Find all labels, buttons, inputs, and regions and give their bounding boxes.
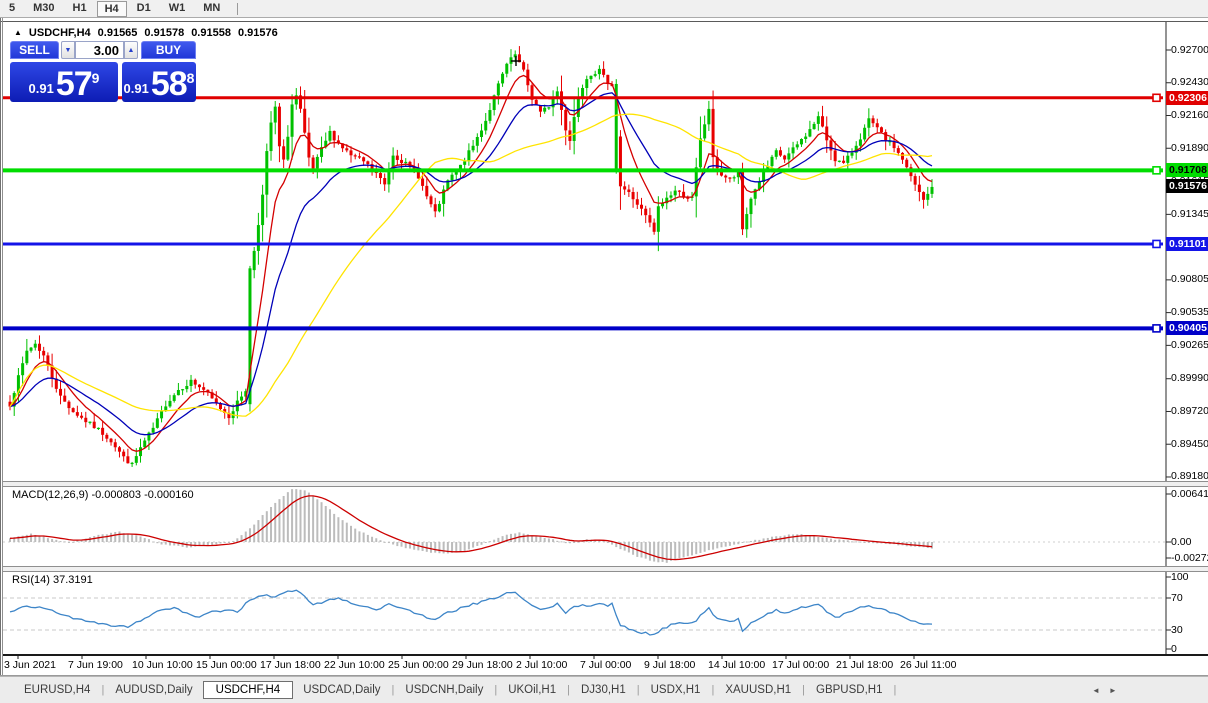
macd-tick-label: -0.002726 bbox=[1171, 552, 1207, 565]
tab-scroll-nav: ◄► bbox=[1092, 677, 1117, 703]
buy-price-prefix: 0.91 bbox=[124, 79, 149, 99]
pane-splitter-rsi[interactable] bbox=[2, 566, 1208, 572]
buy-price-big: 58 bbox=[151, 69, 187, 99]
price-level-badge: 0.90405 bbox=[1166, 321, 1208, 335]
buy-price-pip: 8 bbox=[187, 73, 195, 83]
time-axis-label: 29 Jun 18:00 bbox=[452, 659, 513, 671]
price-level-badge: 0.92306 bbox=[1166, 91, 1208, 105]
time-axis-label: 3 Jun 2021 bbox=[4, 659, 56, 671]
price-tick-label: 0.92160 bbox=[1171, 109, 1207, 122]
symbol-tab-usdcad[interactable]: USDCAD,Daily bbox=[293, 681, 390, 699]
price-tick-label: 0.92430 bbox=[1171, 76, 1207, 89]
buy-price-button[interactable]: 0.91 58 8 bbox=[122, 62, 196, 102]
time-axis-label: 22 Jun 10:00 bbox=[324, 659, 385, 671]
price-tick-label: 0.91890 bbox=[1171, 142, 1207, 155]
symbol-tab-usdchf[interactable]: USDCHF,H4 bbox=[203, 681, 294, 699]
volume-decrease-button[interactable]: ▼ bbox=[61, 41, 75, 59]
rsi-label: RSI(14) 37.3191 bbox=[12, 574, 93, 586]
time-axis-label: 17 Jul 00:00 bbox=[772, 659, 829, 671]
time-axis-label: 7 Jul 00:00 bbox=[580, 659, 631, 671]
rsi-tick-label: 100 bbox=[1171, 571, 1207, 584]
price-tick-label: 0.89450 bbox=[1171, 438, 1207, 451]
ohlc-open: 0.91565 bbox=[98, 27, 138, 39]
chart-background bbox=[0, 18, 1208, 675]
time-axis-label: 10 Jun 10:00 bbox=[132, 659, 193, 671]
volume-increase-button[interactable]: ▲ bbox=[124, 41, 138, 59]
symbol-tab-ukoil[interactable]: UKOil,H1 bbox=[498, 681, 566, 699]
window-frame-left-inner bbox=[2, 18, 3, 675]
window-frame-left bbox=[0, 18, 1, 675]
rsi-tick-label: 70 bbox=[1171, 592, 1207, 605]
sell-price-button[interactable]: 0.91 57 9 bbox=[10, 62, 118, 102]
macd-label: MACD(12,26,9) -0.000803 -0.000160 bbox=[12, 489, 194, 501]
ohlc-low: 0.91558 bbox=[191, 27, 231, 39]
rsi-tick-label: 30 bbox=[1171, 624, 1207, 637]
time-axis-label: 17 Jun 18:00 bbox=[260, 659, 321, 671]
time-axis-label: 7 Jun 19:00 bbox=[68, 659, 123, 671]
buy-button[interactable]: BUY bbox=[141, 41, 196, 59]
macd-tick-label: 0.006413 bbox=[1171, 488, 1207, 501]
price-tick-label: 0.92700 bbox=[1171, 44, 1207, 57]
timeframe-button-m30[interactable]: M30 bbox=[24, 0, 63, 17]
timeframe-button-h4[interactable]: H4 bbox=[97, 1, 127, 17]
chart-symbol-label: USDCHF,H4 bbox=[29, 27, 91, 39]
tab-scroll-left-icon[interactable]: ◄ bbox=[1092, 686, 1100, 695]
sell-button[interactable]: SELL bbox=[10, 41, 59, 59]
price-tick-label: 0.90265 bbox=[1171, 339, 1207, 352]
symbol-tab-dj30[interactable]: DJ30,H1 bbox=[571, 681, 636, 699]
price-tick-label: 0.90805 bbox=[1171, 273, 1207, 286]
timeframe-button-w1[interactable]: W1 bbox=[160, 0, 195, 17]
time-axis-label: 15 Jun 00:00 bbox=[196, 659, 257, 671]
symbol-tab-audusd[interactable]: AUDUSD,Daily bbox=[105, 681, 202, 699]
one-click-trade-panel: SELL ▼ ▲ BUY 0.91 57 9 0.91 58 8 bbox=[10, 41, 196, 102]
symbol-tab-usdcnh[interactable]: USDCNH,Daily bbox=[395, 681, 493, 699]
time-axis-label: 9 Jul 18:00 bbox=[644, 659, 695, 671]
price-level-badge: 0.91708 bbox=[1166, 163, 1208, 177]
symbol-tab-gbpusd[interactable]: GBPUSD,H1 bbox=[806, 681, 892, 699]
symbol-tab-usdx[interactable]: USDX,H1 bbox=[641, 681, 711, 699]
time-axis-line bbox=[2, 654, 1208, 656]
symbol-tab-xauusd[interactable]: XAUUSD,H1 bbox=[715, 681, 801, 699]
volume-input[interactable] bbox=[75, 41, 124, 59]
tab-separator: | bbox=[892, 684, 897, 696]
timeframe-button-5[interactable]: 5 bbox=[0, 0, 24, 17]
chart-title: ▲ USDCHF,H4 0.91565 0.91578 0.91558 0.91… bbox=[14, 27, 278, 39]
trading-terminal-window: 5M30H1H4D1W1MN ▲ USDCHF,H4 0.91565 0.915… bbox=[0, 0, 1208, 703]
time-axis-label: 21 Jul 18:00 bbox=[836, 659, 893, 671]
window-icon: ▲ bbox=[14, 28, 22, 37]
time-axis-label: 25 Jun 00:00 bbox=[388, 659, 449, 671]
window-frame-top bbox=[0, 21, 1208, 22]
symbol-tab-bar: EURUSD,H4 | AUDUSD,DailyUSDCHF,H4USDCAD,Da… bbox=[0, 676, 1208, 703]
price-tick-label: 0.89720 bbox=[1171, 405, 1207, 418]
price-tick-label: 0.91345 bbox=[1171, 208, 1207, 221]
sell-price-pip: 9 bbox=[92, 73, 100, 83]
time-axis-label: 26 Jul 11:00 bbox=[900, 659, 956, 671]
time-axis-label: 14 Jul 10:00 bbox=[708, 659, 765, 671]
price-level-badge: 0.91101 bbox=[1166, 237, 1208, 251]
sell-price-big: 57 bbox=[56, 69, 92, 99]
ohlc-high: 0.91578 bbox=[144, 27, 184, 39]
price-tick-label: 0.90535 bbox=[1171, 306, 1207, 319]
timeframe-button-mn[interactable]: MN bbox=[194, 0, 229, 17]
pane-splitter-macd[interactable] bbox=[2, 481, 1208, 487]
symbol-tab-eurusd[interactable]: EURUSD,H4 bbox=[14, 681, 100, 699]
timeframe-button-d1[interactable]: D1 bbox=[128, 0, 160, 17]
time-axis-label: 2 Jul 10:00 bbox=[516, 659, 567, 671]
timeframe-toolbar: 5M30H1H4D1W1MN bbox=[0, 0, 1208, 18]
sell-price-prefix: 0.91 bbox=[29, 79, 54, 99]
price-tick-label: 0.89990 bbox=[1171, 372, 1207, 385]
current-price-badge: 0.91576 bbox=[1166, 179, 1208, 193]
macd-tick-label: 0.00 bbox=[1171, 536, 1207, 549]
tab-scroll-right-icon[interactable]: ► bbox=[1109, 686, 1117, 695]
toolbar-separator bbox=[237, 3, 238, 15]
timeframe-button-h1[interactable]: H1 bbox=[64, 0, 96, 17]
ohlc-close: 0.91576 bbox=[238, 27, 278, 39]
